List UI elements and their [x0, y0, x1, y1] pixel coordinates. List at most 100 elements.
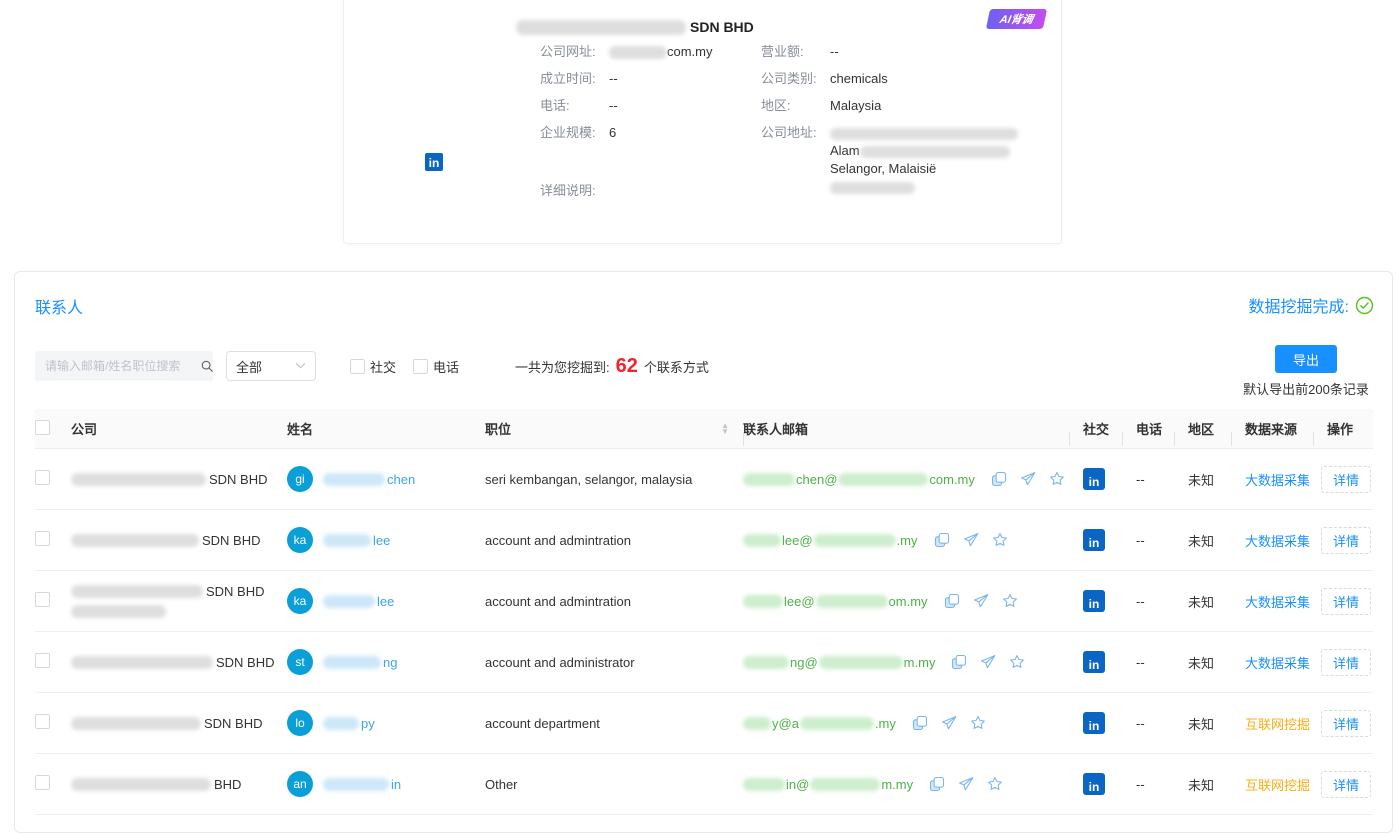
linkedin-icon[interactable]: in [1083, 529, 1105, 551]
contact-cell: stng [287, 649, 485, 675]
row-select-cell [35, 470, 71, 488]
row-checkbox[interactable] [35, 653, 50, 668]
social-filter[interactable]: 社交 [350, 357, 396, 376]
copy-icon[interactable] [944, 593, 960, 609]
social-cell: in [1069, 468, 1122, 490]
header-name: 姓名 [287, 419, 485, 438]
contact-name-visible: lee [377, 594, 394, 609]
contact-name-visible: in [391, 777, 401, 792]
linkedin-icon[interactable]: in [1083, 590, 1105, 612]
source-tag: 大数据采集 [1245, 473, 1310, 488]
export-button[interactable]: 导出 [1275, 345, 1337, 373]
detail-button[interactable]: 详情 [1321, 710, 1371, 737]
contact-name-link[interactable]: py [323, 716, 375, 731]
copy-icon[interactable] [951, 654, 967, 670]
copy-icon[interactable] [991, 471, 1007, 487]
detail-button[interactable]: 详情 [1321, 466, 1371, 493]
company-name-visible: SDN BHD [206, 584, 265, 599]
search-icon[interactable] [200, 359, 214, 373]
blurred-text [743, 717, 771, 730]
contact-search-input[interactable] [45, 359, 200, 373]
blurred-company-name [516, 20, 686, 35]
contact-filter-select[interactable]: 全部 [226, 351, 316, 381]
source-tag: 互联网挖掘 [1245, 717, 1310, 732]
row-checkbox[interactable] [35, 714, 50, 729]
contact-name-link[interactable]: lee [323, 594, 394, 609]
linkedin-icon[interactable]: in [1083, 651, 1105, 673]
send-email-icon[interactable] [941, 715, 957, 731]
selected-filter-value: 全部 [236, 357, 262, 376]
contact-name-link[interactable]: in [323, 777, 401, 792]
email-actions [951, 654, 1025, 670]
social-cell: in [1069, 773, 1122, 795]
blurred-text [743, 473, 795, 486]
social-checkbox[interactable] [350, 359, 365, 374]
blurred-text [743, 595, 783, 608]
ai-background-check-badge[interactable]: AI背调 [986, 9, 1047, 29]
send-email-icon[interactable] [958, 776, 974, 792]
header-company: 公司 [71, 419, 287, 438]
field-value: -- [609, 97, 618, 114]
table-row: SDN BHDstngaccount and administratorng@m… [35, 632, 1373, 693]
contact-name-link[interactable]: chen [323, 472, 415, 487]
phone-filter[interactable]: 电话 [413, 357, 459, 376]
detail-button[interactable]: 详情 [1321, 527, 1371, 554]
send-email-icon[interactable] [980, 654, 996, 670]
contact-name-link[interactable]: lee [323, 533, 390, 548]
detail-button[interactable]: 详情 [1321, 649, 1371, 676]
row-checkbox[interactable] [35, 531, 50, 546]
send-email-icon[interactable] [1020, 471, 1036, 487]
source-cell: 大数据采集 [1231, 470, 1313, 489]
star-icon[interactable] [1009, 654, 1025, 670]
star-icon[interactable] [992, 532, 1008, 548]
send-email-icon[interactable] [973, 593, 989, 609]
phone-checkbox[interactable] [413, 359, 428, 374]
company-linkedin-link[interactable]: in [425, 153, 443, 171]
field-value: -- [609, 70, 618, 87]
row-checkbox[interactable] [35, 470, 50, 485]
linkedin-icon[interactable]: in [1083, 468, 1105, 490]
field-value: 6 [609, 124, 616, 141]
star-icon[interactable] [1002, 593, 1018, 609]
copy-icon[interactable] [912, 715, 928, 731]
phone-cell: -- [1122, 655, 1174, 670]
phone-cell: -- [1122, 716, 1174, 731]
row-checkbox[interactable] [35, 592, 50, 607]
field-label: 公司类别: [761, 70, 830, 87]
row-select-cell [35, 775, 71, 793]
blurred-text [71, 585, 203, 598]
detail-button[interactable]: 详情 [1321, 771, 1371, 798]
company-name: SDN BHD [516, 19, 754, 35]
copy-icon[interactable] [929, 776, 945, 792]
copy-icon[interactable] [934, 532, 950, 548]
send-email-icon[interactable] [963, 532, 979, 548]
company-fields-right: 营业额:--公司类别:chemicals地区:Malaysia公司地址:Alam… [761, 43, 1056, 206]
blurred-text [71, 717, 201, 730]
row-select-cell [35, 714, 71, 732]
linkedin-icon[interactable]: in [1083, 773, 1105, 795]
select-all-checkbox[interactable] [35, 420, 50, 435]
header-region: 地区 [1174, 419, 1231, 438]
star-icon[interactable] [987, 776, 1003, 792]
contact-name-link[interactable]: ng [323, 655, 397, 670]
star-icon[interactable] [1049, 471, 1065, 487]
source-tag: 大数据采集 [1245, 534, 1310, 549]
blurred-text [71, 534, 199, 547]
company-field: 公司地址:AlamSelangor, Malaisië [761, 124, 1056, 196]
contact-search-box[interactable] [35, 351, 213, 381]
linkedin-icon[interactable]: in [1083, 712, 1105, 734]
email-cell: chen@com.my [743, 471, 1069, 487]
detail-button[interactable]: 详情 [1321, 588, 1371, 615]
row-checkbox[interactable] [35, 775, 50, 790]
row-select-cell [35, 592, 71, 610]
email-actions [934, 532, 1008, 548]
field-label: 详细说明: [540, 182, 609, 199]
sort-icon[interactable]: ▲▼ [721, 423, 729, 435]
header-position: 职位 ▲▼ [485, 419, 743, 438]
table-body: SDN BHDgichenseri kembangan, selangor, m… [35, 449, 1373, 815]
row-select-cell [35, 653, 71, 671]
header-email: 联系人邮箱 [743, 419, 1069, 438]
company-field: 公司类别:chemicals [761, 70, 1056, 87]
star-icon[interactable] [970, 715, 986, 731]
email-address: in@m.my [743, 777, 913, 792]
